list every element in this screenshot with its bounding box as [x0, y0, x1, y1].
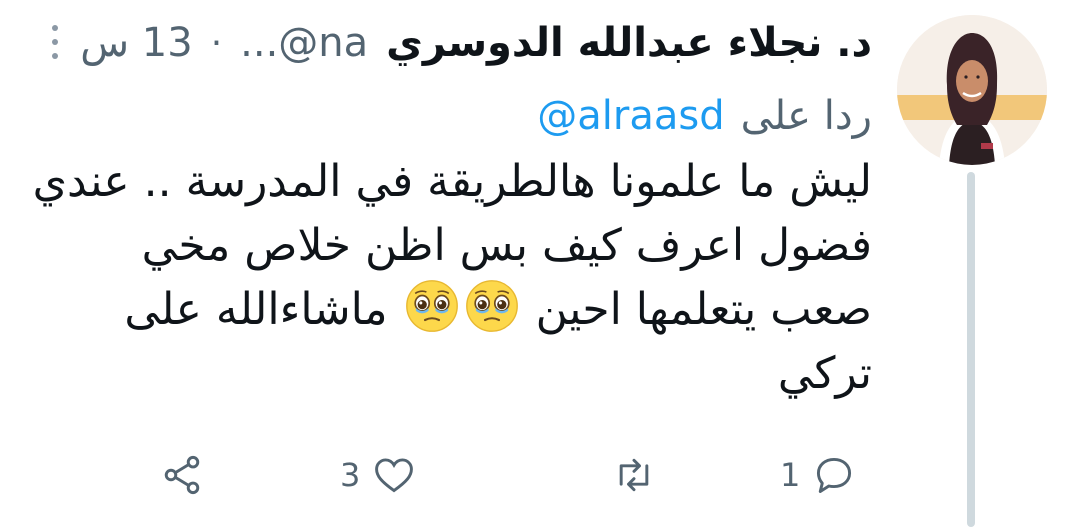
replying-to-handle-link[interactable]: @alraasd: [537, 93, 724, 139]
share-icon: [164, 455, 200, 495]
tweet-text-line: صعب يتعلمها احين ماشاءالله على: [112, 278, 872, 342]
tweet-actions: 3 1: [160, 445, 880, 505]
retweet-icon: [619, 458, 649, 492]
face-holding-back-tears-icon: [404, 278, 460, 334]
author-handle[interactable]: ...@na: [240, 20, 368, 66]
replying-to: ردا على @alraasd: [537, 88, 872, 144]
share-button[interactable]: [160, 445, 216, 505]
tweet-header: د. نجلاء عبدالله الدوسري ...@na · 13 س: [80, 12, 872, 74]
reply-button[interactable]: 1: [780, 445, 856, 505]
tweet-text-line: تركي: [777, 348, 872, 399]
comment-icon: [817, 457, 852, 493]
more-dot: [52, 25, 58, 31]
heart-icon: [375, 458, 414, 493]
author-display-name[interactable]: د. نجلاء عبدالله الدوسري: [386, 20, 872, 66]
more-dot: [52, 53, 58, 59]
tweet-text-line: فضول اعرف كيف بس اظن خلاص مخي: [141, 220, 872, 271]
avatar-image: [897, 15, 1047, 165]
like-button[interactable]: 3: [340, 445, 416, 505]
reply-count: 1: [780, 456, 801, 494]
more-dot: [52, 39, 58, 45]
tweet[interactable]: د. نجلاء عبدالله الدوسري ...@na · 13 س ر…: [0, 0, 1080, 527]
replying-to-label: ردا على: [740, 93, 872, 139]
tweet-timestamp[interactable]: 13 س: [80, 20, 192, 66]
face-holding-back-tears-icon: [464, 278, 520, 334]
separator-dot: ·: [210, 22, 223, 64]
more-options-icon[interactable]: [50, 25, 60, 59]
thread-line: [967, 172, 975, 527]
tweet-text: ليش ما علمونا هالطريقة في المدرسة .. عند…: [32, 150, 872, 406]
tweet-text-segment: ماشاءالله على: [124, 284, 388, 335]
like-count: 3: [340, 456, 361, 494]
avatar[interactable]: [897, 15, 1047, 165]
tweet-text-segment: صعب يتعلمها احين: [535, 284, 872, 335]
tweet-text-line: ليش ما علمونا هالطريقة في المدرسة .. عند…: [32, 156, 872, 207]
retweet-button[interactable]: [600, 445, 656, 505]
